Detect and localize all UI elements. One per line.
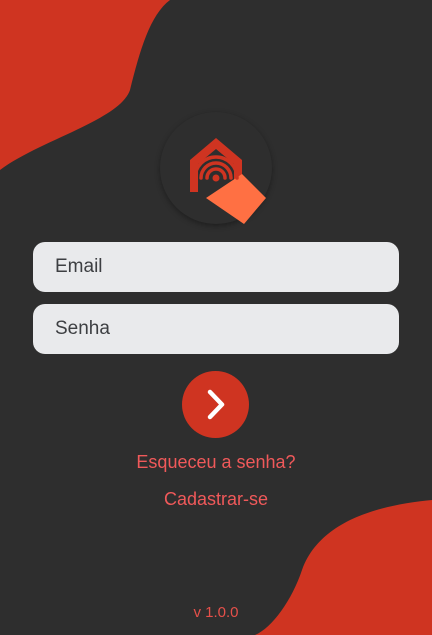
- app-logo: [160, 112, 272, 224]
- login-submit-button[interactable]: [182, 371, 249, 438]
- chevron-right-icon: [207, 389, 225, 420]
- app-version: v 1.0.0: [193, 604, 239, 621]
- forgot-password-link[interactable]: Esqueceu a senha?: [0, 452, 432, 473]
- signup-link[interactable]: Cadastrar-se: [0, 489, 432, 510]
- house-signal-icon: [190, 138, 266, 224]
- password-field[interactable]: [33, 304, 399, 354]
- email-field[interactable]: [33, 242, 399, 292]
